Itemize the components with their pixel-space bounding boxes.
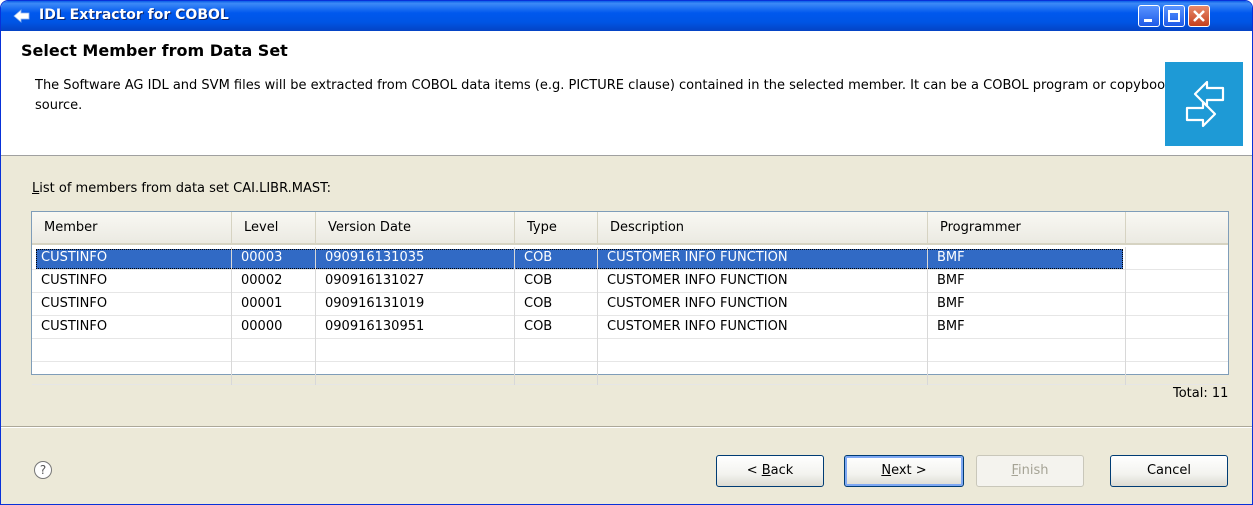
cell-programmer: BMF: [928, 270, 1126, 293]
cell-level: [232, 339, 316, 362]
member-list-caption: List of members from data set CAI.LIBR.M…: [32, 181, 331, 196]
cell-level: 00000: [232, 316, 316, 339]
back-button[interactable]: < Back: [716, 455, 824, 487]
cell-programmer: [928, 362, 1126, 385]
column-header-type[interactable]: Type: [515, 212, 598, 243]
cell-version-date: [316, 362, 515, 385]
next-label: ext >: [891, 463, 927, 478]
table-row[interactable]: CUSTINFO 00003 090916131035 COB CUSTOMER INF…: [32, 247, 1228, 270]
maximize-icon: [1168, 10, 1180, 22]
close-button[interactable]: [1188, 5, 1210, 27]
column-header-description[interactable]: Description: [598, 212, 928, 243]
page-description: The Software AG IDL and SVM files will b…: [35, 78, 1173, 113]
cell-description: CUSTOMER INFO FUNCTION: [598, 270, 928, 293]
member-table[interactable]: Member Level Version Date Type Descripti…: [31, 211, 1229, 385]
cell-level: 00003: [232, 247, 316, 270]
cell-level: 00001: [232, 293, 316, 316]
title-bar[interactable]: IDL Extractor for COBOL: [1, 1, 1252, 31]
close-icon: [1193, 10, 1205, 22]
column-header-programmer[interactable]: Programmer: [928, 212, 1126, 243]
column-header-level[interactable]: Level: [232, 212, 316, 243]
exchange-arrows-icon: [1185, 80, 1225, 128]
empty-table-row[interactable]: [32, 339, 1228, 362]
window-title: IDL Extractor for COBOL: [39, 7, 229, 23]
empty-table-row[interactable]: [32, 362, 1228, 385]
finish-label: inish: [1018, 463, 1049, 478]
table-row[interactable]: CUSTINFO 00000 090916130951 COB CUSTOMER INF…: [32, 316, 1228, 339]
cell-version-date: 090916131035: [316, 247, 515, 270]
cell-member: CUSTINFO: [32, 316, 232, 339]
cell-programmer: BMF: [928, 316, 1126, 339]
table-header: Member Level Version Date Type Descripti…: [32, 212, 1228, 245]
finish-button[interactable]: Finish: [976, 455, 1084, 487]
total-count: Total: 11: [1173, 386, 1229, 401]
back-prefix: <: [746, 463, 762, 478]
page-title: Select Member from Data Set: [21, 41, 288, 60]
cell-version-date: 090916131027: [316, 270, 515, 293]
cell-member: [32, 339, 232, 362]
cell-level: 00002: [232, 270, 316, 293]
cell-member: [32, 362, 232, 385]
next-button[interactable]: Next >: [844, 455, 964, 487]
footer-separator: [1, 426, 1252, 428]
cell-member: CUSTINFO: [32, 247, 232, 270]
cell-version-date: [316, 339, 515, 362]
table-row[interactable]: CUSTINFO 00002 090916131027 COB CUSTOMER INF…: [32, 270, 1228, 293]
help-icon[interactable]: ?: [34, 461, 52, 479]
cell-description: [598, 362, 928, 385]
column-header-version-date[interactable]: Version Date: [316, 212, 515, 243]
cell-description: CUSTOMER INFO FUNCTION: [598, 316, 928, 339]
maximize-button[interactable]: [1163, 5, 1185, 27]
cell-version-date: 090916131019: [316, 293, 515, 316]
table-row[interactable]: CUSTINFO 00001 090916131019 COB CUSTOMER INF…: [32, 293, 1228, 316]
caption-text: ist of members from data set CAI.LIBR.MA…: [39, 181, 332, 196]
wizard-banner: [1165, 62, 1243, 146]
cancel-button[interactable]: Cancel: [1110, 455, 1228, 487]
cell-description: CUSTOMER INFO FUNCTION: [598, 293, 928, 316]
cell-type: COB: [515, 247, 598, 270]
wizard-window: IDL Extractor for COBOL Select Member fr…: [0, 0, 1253, 505]
cell-programmer: [928, 339, 1126, 362]
cell-type: COB: [515, 270, 598, 293]
cell-type: [515, 362, 598, 385]
back-mnemonic: B: [761, 463, 771, 478]
cell-version-date: 090916130951: [316, 316, 515, 339]
cell-type: COB: [515, 316, 598, 339]
cell-type: COB: [515, 293, 598, 316]
minimize-button[interactable]: [1138, 5, 1160, 27]
back-label: ack: [770, 463, 794, 478]
cell-member: CUSTINFO: [32, 270, 232, 293]
cell-description: [598, 339, 928, 362]
cell-level: [232, 362, 316, 385]
cell-programmer: BMF: [928, 293, 1126, 316]
extractor-app-icon: [13, 9, 30, 23]
column-header-member[interactable]: Member: [32, 212, 232, 243]
cell-programmer: BMF: [928, 247, 1126, 270]
next-mnemonic: N: [881, 463, 892, 478]
minimize-icon: [1144, 19, 1152, 22]
cell-type: [515, 339, 598, 362]
cell-member: CUSTINFO: [32, 293, 232, 316]
cell-description: CUSTOMER INFO FUNCTION: [598, 247, 928, 270]
